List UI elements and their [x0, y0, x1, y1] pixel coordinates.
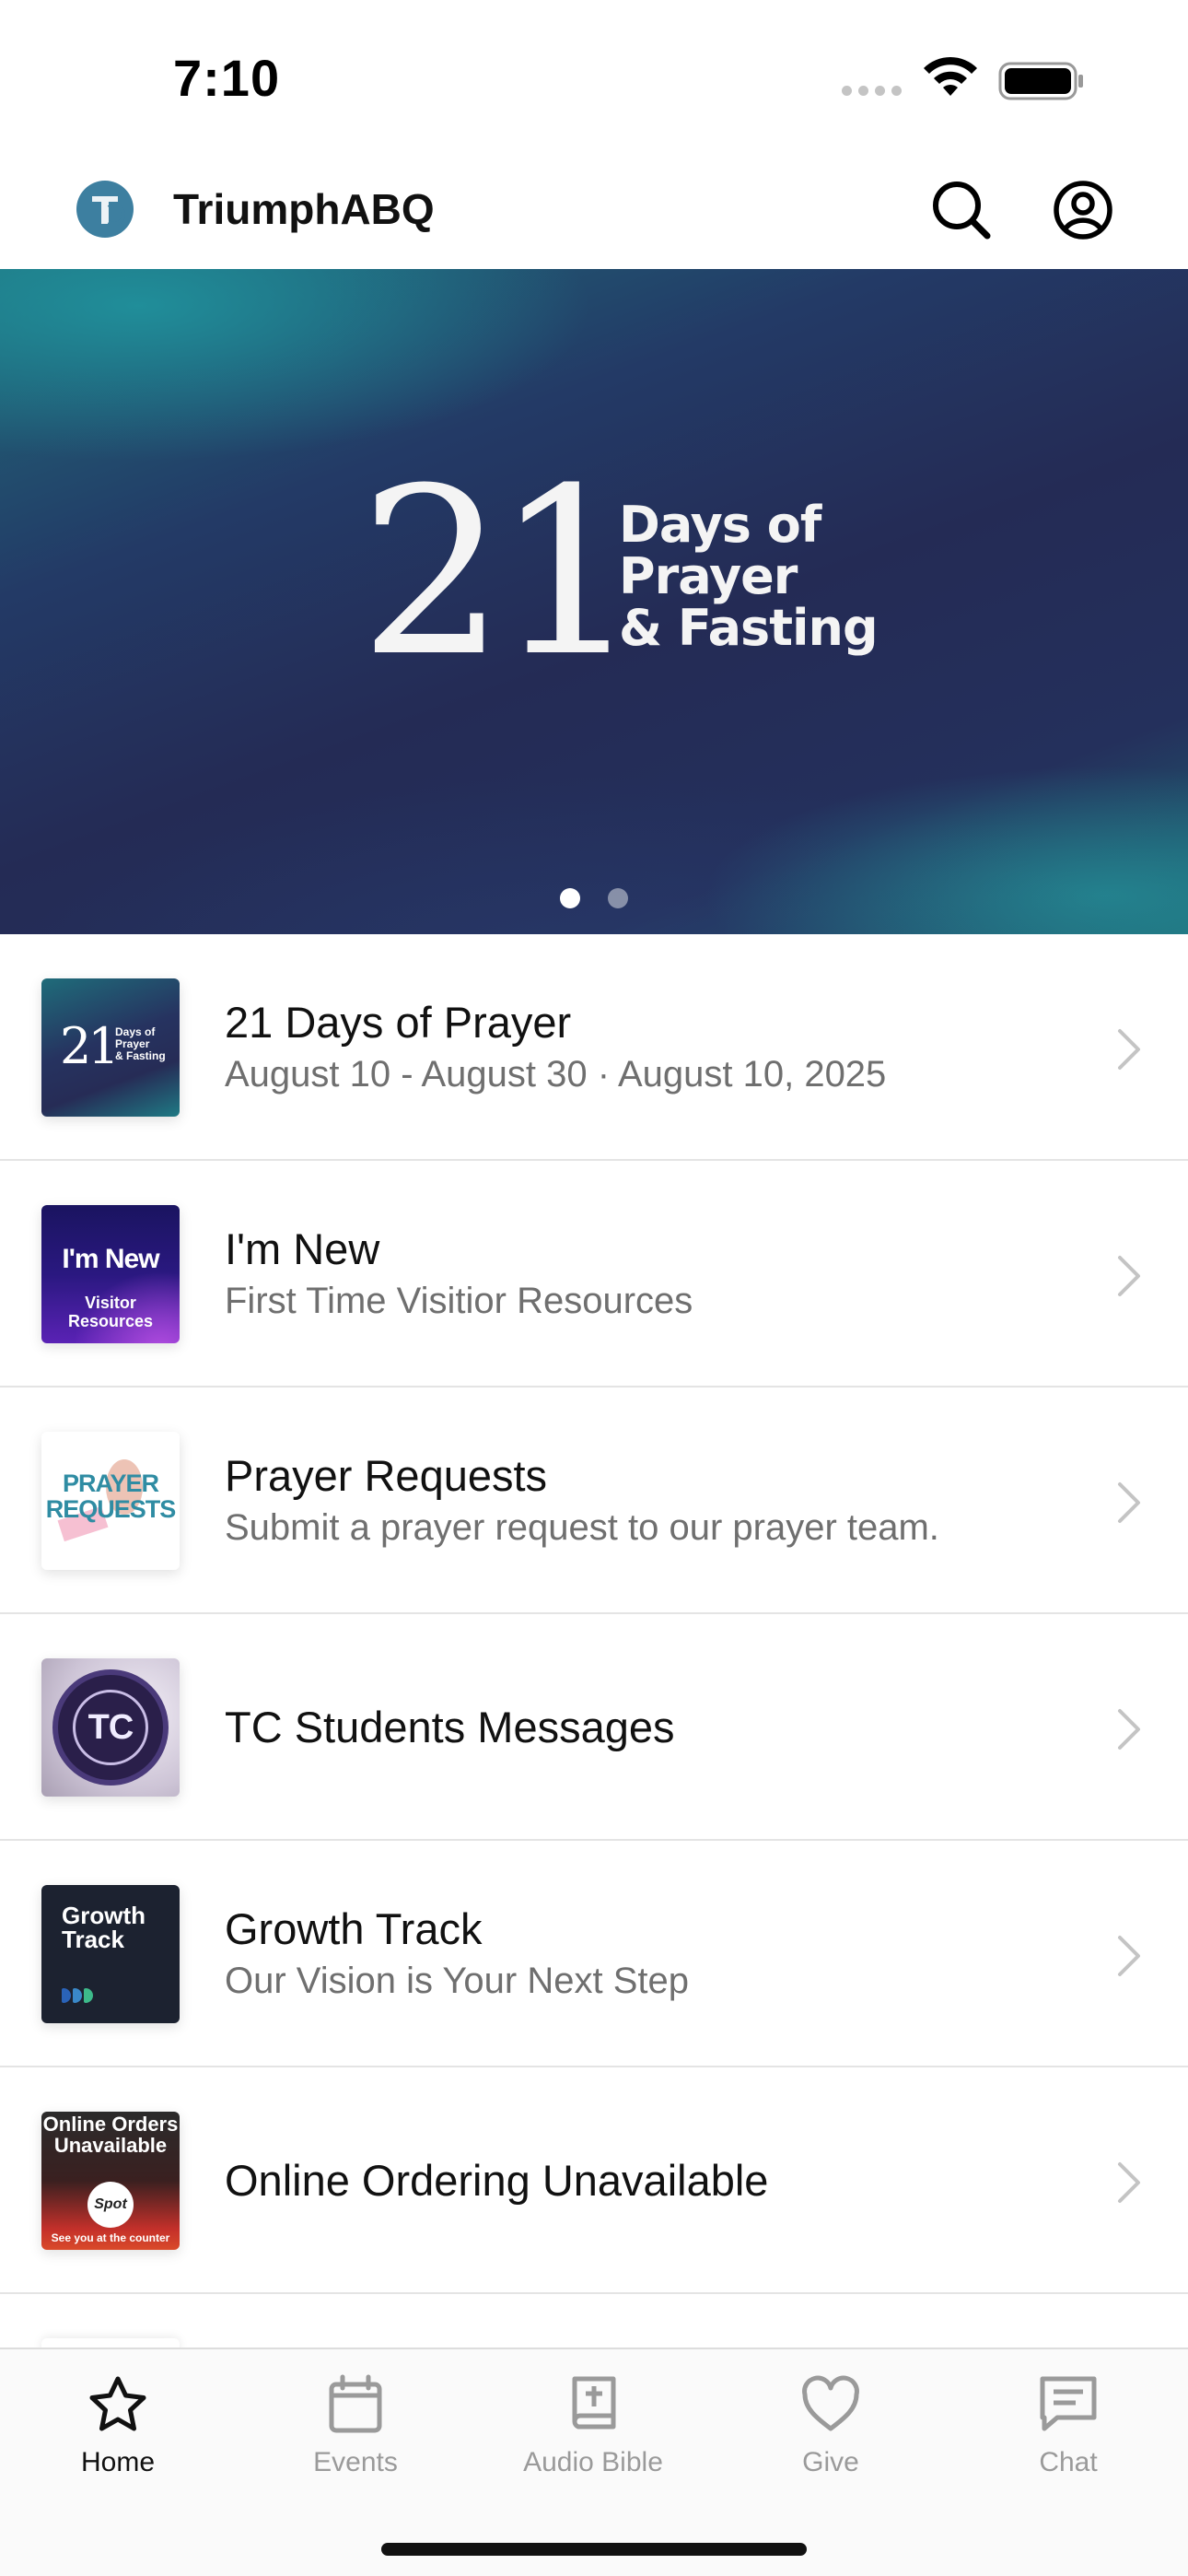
thumb-title: TC: [73, 1690, 148, 1765]
chevron-right-icon: [1118, 1709, 1140, 1750]
app-header: TriumphABQ: [0, 157, 1188, 269]
list-item-im-new[interactable]: I'm New Visitor Resources I'm New First …: [0, 1161, 1188, 1388]
hero-number: 21: [359, 439, 641, 707]
hero-carousel[interactable]: 21 Days of Prayer & Fasting: [0, 269, 1188, 934]
app-screen: 7:10 TriumphABQ 21 Days of Prayer & Fast…: [0, 0, 1188, 2576]
list-item-text: 21 Days of Prayer August 10 - August 30 …: [225, 934, 1072, 1161]
chevron-right-icon: [1118, 1256, 1140, 1296]
cellular-signal-icon: [842, 86, 902, 96]
chevron-right-icon: [1118, 2162, 1140, 2203]
list-item-growth-track[interactable]: Growth Track Growth Track Our Vision is …: [0, 1841, 1188, 2067]
chevron-right-icon: [1118, 1482, 1140, 1523]
list-item-text: Growth Track Our Vision is Your Next Ste…: [225, 1841, 1072, 2067]
growth-track-arrows-icon: [62, 1988, 93, 2003]
spot-logo: Spot: [87, 2182, 134, 2228]
wifi-icon: [924, 56, 977, 96]
chevron-right-icon: [1118, 1029, 1140, 1070]
list-item-title: Prayer Requests: [225, 1451, 548, 1500]
chevron-right-icon: [1118, 1936, 1140, 1976]
thumbnail-online-orders: Online Orders Unavailable Spot See you a…: [41, 2112, 180, 2250]
tab-audio-bible[interactable]: Audio Bible: [501, 2371, 685, 2478]
app-title: TriumphABQ: [173, 185, 435, 233]
tab-give[interactable]: Give: [739, 2371, 923, 2478]
thumbnail-prayer-requests: PRAYER REQUESTS: [41, 1432, 180, 1570]
page-dot-2[interactable]: [608, 888, 628, 908]
carousel-page-indicator[interactable]: [560, 888, 628, 908]
list-item-text: Prayer Requests Submit a prayer request …: [225, 1388, 1072, 1614]
status-time: 7:10: [173, 49, 281, 107]
list-item-subtitle: Our Vision is Your Next Step: [225, 1961, 689, 2001]
list-item-subtitle: First Time Visitior Resources: [225, 1281, 693, 1321]
thumb-number: 21: [60, 1017, 120, 1075]
list-item-prayer-requests[interactable]: PRAYER REQUESTS Prayer Requests Submit a…: [0, 1388, 1188, 1614]
tab-label: Audio Bible: [523, 2447, 663, 2477]
list-item-subtitle: Submit a prayer request to our prayer te…: [225, 1507, 939, 1548]
battery-icon: [998, 62, 1083, 100]
thumbnail-growth-track: Growth Track: [41, 1885, 180, 2023]
chat-icon: [1040, 2376, 1097, 2431]
list-item-title: I'm New: [225, 1224, 380, 1273]
tab-label: Give: [802, 2447, 859, 2477]
search-icon[interactable]: [928, 177, 995, 243]
list-item-text: TC Students Messages: [225, 1614, 1072, 1841]
tab-label: Events: [313, 2447, 398, 2477]
list-item-tc-students-messages[interactable]: TC TC Students Messages: [0, 1614, 1188, 1841]
thumb-title: Growth Track: [62, 1902, 146, 1953]
thumb-words: Days of Prayer & Fasting: [115, 1026, 166, 1062]
account-circle-icon[interactable]: [1050, 177, 1116, 243]
thumbnail-im-new: I'm New Visitor Resources: [41, 1205, 180, 1343]
thumb-word-3: & Fasting: [115, 1049, 166, 1062]
list-item-title: TC Students Messages: [225, 1703, 675, 1751]
list-item-title: Growth Track: [225, 1904, 483, 1953]
list-item-text: I'm New First Time Visitior Resources: [225, 1161, 1072, 1388]
page-dot-1[interactable]: [560, 888, 580, 908]
tab-home[interactable]: Home: [26, 2371, 210, 2478]
list-item-title: Online Ordering Unavailable: [225, 2156, 769, 2205]
thumb-title: I'm New: [62, 1244, 159, 1274]
tab-label: Chat: [1039, 2447, 1098, 2477]
list-item-online-ordering-unavailable[interactable]: Online Orders Unavailable Spot See you a…: [0, 2067, 1188, 2294]
heart-icon: [802, 2375, 859, 2431]
thumbnail-21-days: 21 Days of Prayer & Fasting: [41, 978, 180, 1117]
thumb-title: Online Orders Unavailable: [42, 2113, 179, 2157]
list-item-subtitle: August 10 - August 30 · August 10, 2025: [225, 1054, 887, 1095]
tab-events[interactable]: Events: [263, 2371, 448, 2478]
thumb-caption: See you at the counter: [51, 2231, 170, 2244]
triumph-logo-icon[interactable]: [76, 180, 134, 239]
tab-chat[interactable]: Chat: [976, 2371, 1160, 2478]
star-icon: [89, 2376, 146, 2431]
status-bar: 7:10: [0, 0, 1188, 157]
thumb-caption: Visitor Resources: [67, 1294, 154, 1330]
calendar-icon: [329, 2374, 382, 2433]
list-item-text: Online Ordering Unavailable: [225, 2067, 1072, 2294]
content-list: 21 Days of Prayer & Fasting 21 Days of P…: [0, 934, 1188, 2357]
home-indicator[interactable]: [381, 2543, 807, 2556]
thumb-title: PRAYER REQUESTS: [45, 1469, 177, 1523]
list-item-title: 21 Days of Prayer: [225, 998, 572, 1047]
tab-bar: Home Events Audio Bible Give Chat: [0, 2348, 1188, 2576]
hero-line-2: Prayer: [619, 547, 798, 605]
tab-label: Home: [80, 2447, 156, 2477]
hero-line-1: Days of: [619, 496, 821, 554]
list-item-peek: [0, 2294, 1188, 2357]
hero-line-3: & Fasting: [619, 599, 879, 657]
hero-words: Days of Prayer & Fasting: [619, 496, 879, 657]
bible-icon: [572, 2376, 616, 2430]
list-item-21-days-of-prayer[interactable]: 21 Days of Prayer & Fasting 21 Days of P…: [0, 934, 1188, 1161]
thumbnail-tc-students: TC: [41, 1658, 180, 1797]
